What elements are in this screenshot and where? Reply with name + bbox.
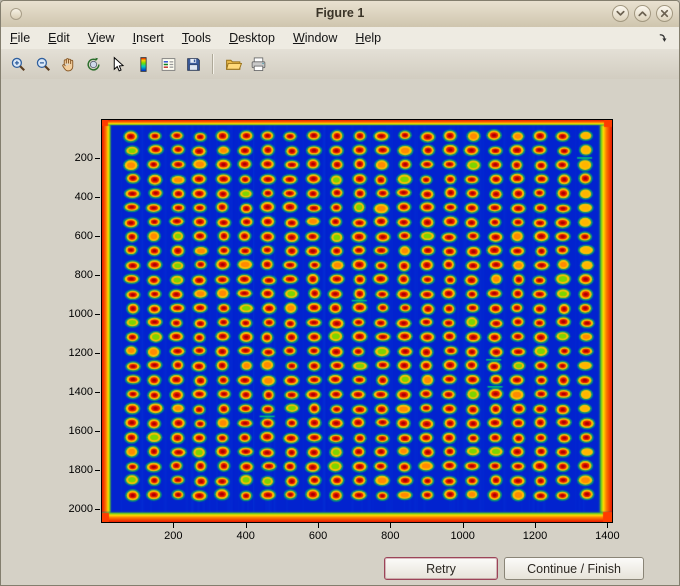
- y-tick-label: 800: [74, 269, 93, 282]
- menu-window[interactable]: Window: [284, 29, 346, 47]
- menubar: File Edit View Insert Tools Desktop Wind…: [1, 27, 679, 50]
- pan-button[interactable]: [56, 52, 80, 76]
- x-tick-mark: [535, 523, 537, 528]
- titlebar[interactable]: Figure 1: [1, 1, 679, 28]
- zoom-out-button[interactable]: [31, 52, 55, 76]
- y-tick-label: 1600: [68, 425, 93, 438]
- y-tick-mark: [95, 470, 100, 472]
- x-tick-mark: [462, 523, 464, 528]
- chevron-up-icon: [638, 11, 647, 17]
- y-tick-label: 600: [74, 230, 93, 243]
- x-tick-mark: [173, 523, 175, 528]
- open-file-button[interactable]: [221, 52, 245, 76]
- y-tick-label: 1800: [68, 464, 93, 477]
- data-cursor-button[interactable]: [106, 52, 130, 76]
- insert-legend-button[interactable]: [156, 52, 180, 76]
- window-minimize-button[interactable]: [612, 5, 629, 22]
- print-icon: [251, 56, 265, 71]
- plot-image[interactable]: [102, 120, 612, 522]
- pan-hand-icon: [61, 57, 73, 71]
- x-tick-mark: [245, 523, 247, 528]
- dock-arrow-icon[interactable]: [657, 32, 670, 45]
- y-tick-label: 2000: [68, 503, 93, 516]
- window-controls: [612, 5, 673, 22]
- insert-colorbar-button[interactable]: [131, 52, 155, 76]
- zoom-out-icon: [36, 57, 50, 71]
- x-tick-mark: [607, 523, 609, 528]
- rotate-3d-button[interactable]: [81, 52, 105, 76]
- data-cursor-icon: [113, 56, 124, 72]
- toolbar-separator: [212, 54, 214, 74]
- rotate-3d-icon: [86, 57, 100, 71]
- window-title: Figure 1: [315, 6, 365, 20]
- figure-content: Retry Continue / Finish 200 400 600 800 1000…: [1, 79, 679, 585]
- menu-view[interactable]: View: [79, 29, 124, 47]
- y-tick-mark: [95, 197, 100, 199]
- insert-legend-icon: [161, 57, 175, 71]
- save-icon: [186, 57, 200, 71]
- zoom-in-icon: [11, 57, 25, 71]
- continue-finish-button[interactable]: Continue / Finish: [504, 557, 644, 580]
- y-tick-label: 400: [74, 191, 93, 204]
- figure-window: Figure 1 File Edit View Insert Tools Des…: [0, 0, 680, 586]
- y-tick-mark: [95, 236, 100, 238]
- x-tick-label: 800: [381, 530, 400, 542]
- y-tick-label: 1200: [68, 347, 93, 360]
- plot-axes: [101, 119, 613, 523]
- y-tick-mark: [95, 158, 100, 160]
- insert-colorbar-icon: [139, 56, 147, 72]
- open-folder-icon: [225, 59, 242, 70]
- y-tick-label: 1000: [68, 308, 93, 321]
- menu-edit[interactable]: Edit: [39, 29, 79, 47]
- x-tick-label: 200: [164, 530, 183, 542]
- y-tick-mark: [95, 392, 100, 394]
- x-tick-label: 600: [308, 530, 328, 542]
- window-close-button[interactable]: [656, 5, 673, 22]
- menu-help[interactable]: Help: [346, 29, 390, 47]
- retry-button[interactable]: Retry: [384, 557, 498, 580]
- menu-desktop[interactable]: Desktop: [220, 29, 284, 47]
- window-maximize-button[interactable]: [634, 5, 651, 22]
- menu-file[interactable]: File: [1, 29, 39, 47]
- zoom-in-button[interactable]: [6, 52, 30, 76]
- x-tick-mark: [318, 523, 320, 528]
- toolbar: [1, 49, 679, 80]
- close-icon: [660, 9, 669, 18]
- y-tick-mark: [95, 509, 100, 511]
- x-tick-label: 400: [236, 530, 255, 542]
- x-tick-label: 1400: [595, 530, 620, 542]
- x-tick-mark: [390, 523, 392, 528]
- save-button[interactable]: [181, 52, 205, 76]
- y-tick-mark: [95, 314, 100, 316]
- y-tick-mark: [95, 431, 100, 433]
- menu-tools[interactable]: Tools: [173, 29, 220, 47]
- y-tick-label: 200: [74, 152, 93, 165]
- print-button[interactable]: [246, 52, 270, 76]
- x-tick-label: 1000: [450, 530, 475, 542]
- chevron-down-icon: [616, 10, 625, 16]
- x-tick-label: 1200: [522, 530, 548, 542]
- y-tick-label: 1400: [68, 386, 93, 399]
- menu-insert[interactable]: Insert: [124, 29, 173, 47]
- y-tick-mark: [95, 353, 100, 355]
- y-tick-mark: [95, 275, 100, 277]
